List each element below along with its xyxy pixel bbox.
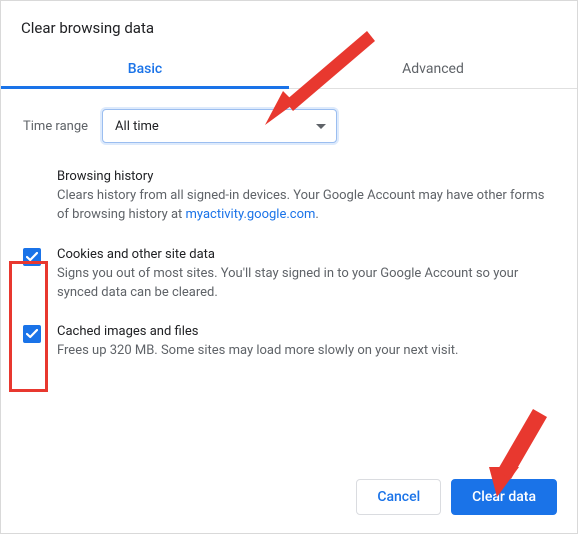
options-list: Browsing history Clears history from all…	[23, 169, 555, 361]
clear-data-button[interactable]: Clear data	[451, 479, 557, 515]
option-title: Cookies and other site data	[57, 247, 555, 262]
time-range-value: All time	[115, 119, 159, 134]
option-description: Signs you out of most sites. You'll stay…	[57, 265, 555, 303]
dialog-title: Clear browsing data	[1, 1, 577, 51]
myactivity-link[interactable]: myactivity.google.com	[186, 207, 316, 222]
time-range-select[interactable]: All time	[102, 109, 337, 143]
tab-label: Basic	[128, 61, 162, 77]
tab-label: Advanced	[402, 61, 464, 77]
cancel-button[interactable]: Cancel	[356, 479, 441, 515]
option-title: Cached images and files	[57, 324, 555, 339]
tabs: Basic Advanced	[1, 51, 577, 89]
clear-browsing-data-dialog: Clear browsing data Basic Advanced Time …	[1, 1, 577, 533]
tab-advanced[interactable]: Advanced	[289, 51, 577, 88]
chevron-down-icon	[316, 119, 326, 134]
option-cookies: Cookies and other site data Signs you ou…	[23, 247, 555, 303]
option-browsing-history: Browsing history Clears history from all…	[23, 169, 555, 225]
option-description: Clears history from all signed-in device…	[57, 187, 555, 225]
tab-basic[interactable]: Basic	[1, 51, 289, 88]
time-range-row: Time range All time	[23, 109, 555, 143]
option-description: Frees up 320 MB. Some sites may load mor…	[57, 342, 555, 361]
dialog-footer: Cancel Clear data	[356, 479, 557, 515]
checkbox-cache[interactable]	[23, 325, 41, 343]
option-title: Browsing history	[57, 169, 555, 184]
checkbox-cookies[interactable]	[23, 248, 41, 266]
option-cache: Cached images and files Frees up 320 MB.…	[23, 324, 555, 361]
dialog-body: Time range All time Browsing history Cle…	[1, 89, 577, 361]
time-range-label: Time range	[23, 119, 88, 134]
